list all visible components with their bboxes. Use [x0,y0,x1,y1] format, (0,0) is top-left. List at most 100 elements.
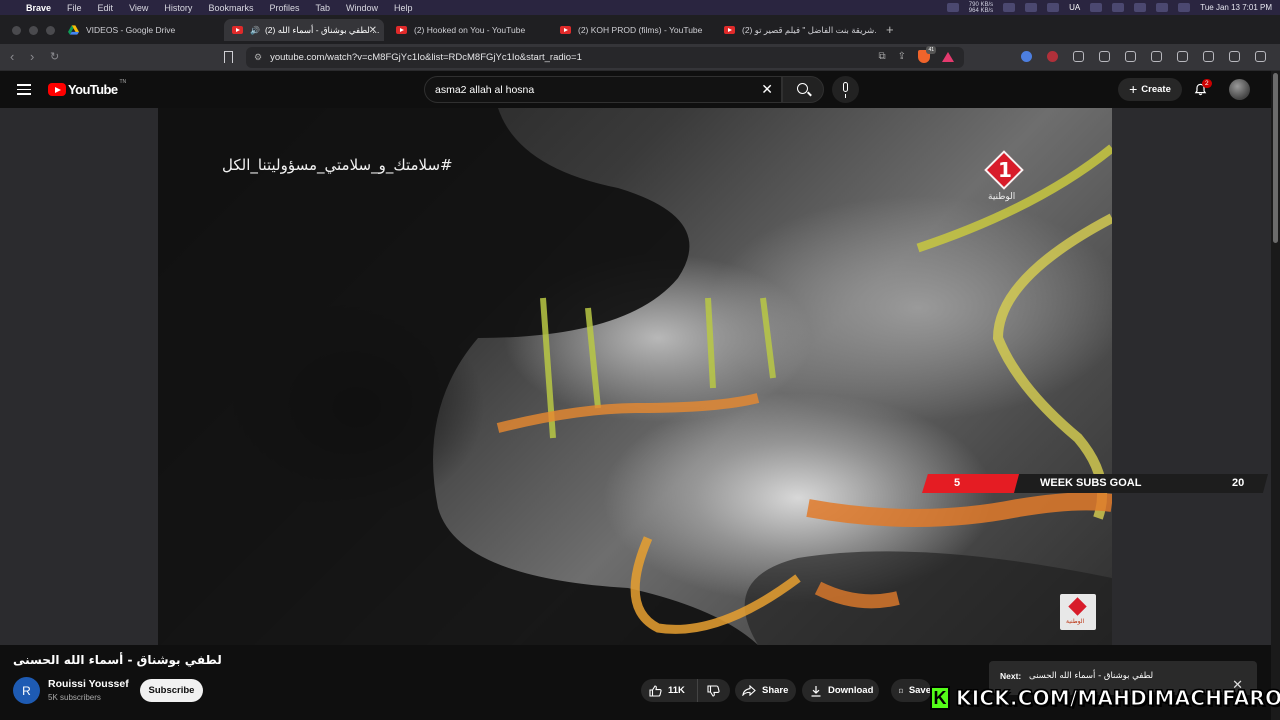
minimize-window-button[interactable] [29,26,38,35]
extension-record-icon[interactable] [1047,51,1058,62]
wifi-icon[interactable] [1134,3,1147,12]
google-drive-icon [68,25,79,35]
create-label: Create [1141,84,1171,95]
site-settings-icon[interactable]: ⚙ [254,52,262,63]
extension-blue-icon[interactable] [1021,51,1032,62]
search-query-text: asma2 allah al hosna [435,83,535,96]
guide-menu-icon[interactable] [17,84,31,95]
notifications-bell-icon[interactable]: 2 [1194,79,1212,96]
brave-shields-icon[interactable]: 41 [918,46,936,63]
subs-goal-progress [922,474,1020,493]
reload-icon[interactable]: ↻ [50,50,59,63]
bookmark-icon[interactable] [224,51,233,63]
share-page-icon[interactable]: ⇪ [898,51,906,62]
video-frame[interactable]: #سلامتك_و_سلامتي_مسؤوليتنا_الكل 1 الوطني… [158,108,1112,645]
menu-tab[interactable]: Tab [315,3,330,13]
tab-active-video[interactable]: 🔊 (2) لطفي بوشناق - أسماء الله ... ✕ [224,19,384,41]
tab-title: (2) لطفي بوشناق - أسماء الله ... [264,24,380,35]
youtube-logo[interactable]: YouTube TN [48,79,126,97]
wallet-icon[interactable] [1177,51,1188,62]
watermark-diamond-icon [1068,597,1087,616]
menu-file[interactable]: File [67,3,82,13]
subscribe-button[interactable]: Subscribe [140,679,203,702]
search-button[interactable] [782,76,824,103]
close-window-button[interactable] [12,26,21,35]
browser-menu-icon[interactable] [1255,51,1266,62]
extension-camera-icon[interactable] [1073,51,1084,62]
new-tab-button[interactable]: + [886,22,894,37]
dislike-button[interactable] [698,684,720,697]
open-in-app-icon[interactable]: ⧉ [878,51,885,62]
close-tab-icon[interactable]: ✕ [369,25,377,36]
subs-goal-overlay: 5 WEEK SUBS GOAL 20 [922,474,1268,493]
create-button[interactable]: + Create [1118,78,1182,101]
save-button[interactable]: Save [891,679,931,702]
tab-google-drive[interactable]: VIDEOS - Google Drive [60,19,220,41]
screen-record-icon[interactable] [946,3,959,12]
battery-icon[interactable] [1112,3,1125,12]
video-player[interactable]: #سلامتك_و_سلامتي_مسؤوليتنا_الكل 1 الوطني… [0,108,1280,645]
menu-profiles[interactable]: Profiles [269,3,299,13]
spotlight-search-icon[interactable] [1156,3,1169,12]
browser-toolbar: ‹ › ↻ ⚙ youtube.com/watch?v=cM8FGjYc1Io&… [0,44,1280,71]
channel-name[interactable]: Rouissi Youssef [48,678,129,690]
youtube-icon [396,26,407,34]
menu-bookmarks[interactable]: Bookmarks [208,3,253,13]
like-button[interactable]: 11K [641,679,698,702]
video-still-illustration [158,108,1112,645]
menu-app-brave[interactable]: Brave [26,3,51,13]
tab-koh-prod[interactable]: (2) KOH PROD (films) - YouTube [552,19,712,41]
video-hashtag-caption: #سلامتك_و_سلامتي_مسؤوليتنا_الكل [222,156,453,174]
extension-tab-icon[interactable] [1099,51,1110,62]
kick-logo-icon: K [930,686,950,710]
subs-goal-label: WEEK SUBS GOAL [1040,477,1142,489]
menu-help[interactable]: Help [394,3,413,13]
vpn-shield-icon[interactable] [1229,51,1240,62]
clear-search-icon[interactable]: ✕ [761,81,773,98]
forward-icon[interactable]: › [30,49,34,64]
share-label: Share [762,685,789,696]
subs-goal-current: 5 [954,477,961,489]
input-source-label[interactable]: UA [1069,3,1080,12]
audio-playing-icon[interactable]: 🔊 [250,26,260,35]
brave-rewards-icon[interactable] [942,51,954,62]
video-title: لطفي بوشناق - أسماء الله الحسنى [13,653,222,667]
back-icon[interactable]: ‹ [10,49,14,64]
menu-edit[interactable]: Edit [98,3,114,13]
account-avatar[interactable] [1229,79,1250,100]
tab-title: (2) KOH PROD (films) - YouTube [578,25,703,35]
download-icon [811,685,821,697]
tab-short-film[interactable]: (2) شريقة بنت الفاضل " فيلم قصير تو... [716,19,876,41]
shields-count: 41 [926,46,936,54]
channel-avatar[interactable]: R [13,677,40,704]
media-controls-icon[interactable] [1125,51,1136,62]
channel-number: 1 [998,158,1012,182]
voice-search-button[interactable] [832,76,859,103]
tab-hooked-on-you[interactable]: (2) Hooked on You - YouTube [388,19,548,41]
menubar-clock[interactable]: Tue Jan 13 7:01 PM [1200,3,1272,12]
cpu-graph-icon[interactable] [1003,3,1016,12]
share-button[interactable]: Share [735,679,796,702]
url-bar[interactable]: ⚙ youtube.com/watch?v=cM8FGjYc1Io&list=R… [246,46,964,68]
menu-history[interactable]: History [164,3,192,13]
menu-window[interactable]: Window [346,3,378,13]
browser-tab-bar: VIDEOS - Google Drive 🔊 (2) لطفي بوشناق … [0,15,1280,44]
vpn-icon[interactable] [1047,3,1060,12]
equalizer-icon[interactable] [1025,3,1038,12]
macos-menu-bar: Brave File Edit View History Bookmarks P… [0,0,1280,15]
control-center-icon[interactable] [1178,3,1191,12]
download-label: Download [828,685,874,696]
next-up-title: لطفي بوشناق - أسماء الله الحسنى [1029,671,1154,681]
kick-channel-overlay: K KICK.COM/MAHDIMACHFAROTB [930,684,1280,712]
leo-ai-icon[interactable] [1203,51,1214,62]
zoom-window-button[interactable] [46,26,55,35]
scrollbar-thumb[interactable] [1273,73,1278,243]
sidebar-toggle-icon[interactable] [1151,51,1162,62]
window-controls [12,26,55,35]
search-input[interactable]: asma2 allah al hosna ✕ [424,76,782,103]
download-button[interactable]: Download [802,679,879,702]
like-count: 11K [668,685,685,696]
page-scrollbar[interactable] [1271,71,1280,720]
menu-view[interactable]: View [129,3,148,13]
display-icon[interactable] [1090,3,1103,12]
